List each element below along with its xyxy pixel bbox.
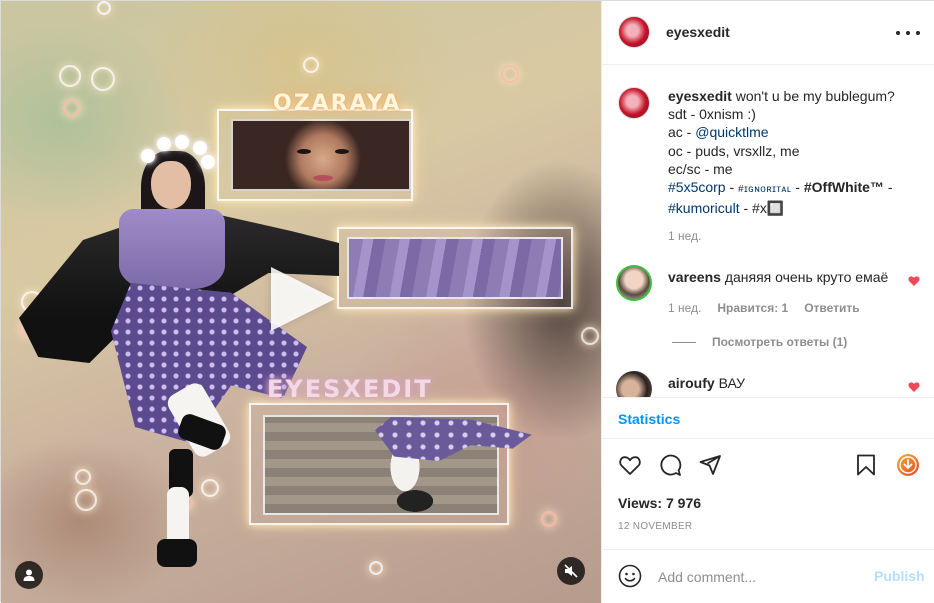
crown-light [141,149,155,163]
heart-filled-icon[interactable] [908,381,920,393]
caption-line: sdt - 0xnism :) [668,106,756,123]
caption-line: ec/sc - me [668,160,733,177]
statistics-link[interactable]: Statistics [618,411,680,427]
bokeh-light [303,57,319,73]
separator: - [791,179,804,196]
lips [313,175,333,181]
comment-message: ВАУ [718,375,746,391]
comment-message: даняяя очень круто емаё [724,269,889,285]
crown-light [201,155,215,169]
hashtag-link[interactable]: #5x5corp [668,179,726,195]
caption-line: won't u be my bublegum? [735,88,895,104]
comments-section[interactable]: eyesxedit won't u be my bublegum? sdt - … [602,65,934,397]
bokeh-light [581,327,599,345]
bokeh-light [369,561,383,575]
post-video[interactable]: OZARAYA EYESXEDIT [1,1,601,603]
bokeh-light [63,99,81,117]
comment-text: airoufy ВАУ [668,375,745,391]
mention-link[interactable]: @quicktlme [695,124,768,140]
caption-line: ac - [668,124,696,141]
comment-avatar[interactable] [616,371,652,397]
figure-top [119,209,225,289]
view-replies-label: Посмотреть ответы (1) [712,335,848,349]
bokeh-light [501,65,519,83]
bokeh-light [59,65,81,87]
download-icon[interactable] [896,453,920,477]
shoes-closeup-panel [263,415,532,515]
post-caption: eyesxedit won't u be my bublegum? sdt - … [668,87,918,217]
comment-icon[interactable] [658,453,682,477]
view-replies-button[interactable]: Посмотреть ответы (1) [672,335,847,349]
bokeh-light [75,489,97,511]
crown-light [157,137,171,151]
author-avatar[interactable] [618,16,650,48]
hashtag-link[interactable]: #OffWhite™ [804,179,884,195]
emoji-icon[interactable] [618,564,642,588]
separator: - [725,179,739,196]
crown-light [193,141,207,155]
reply-button[interactable]: Ответить [804,301,859,315]
mute-button[interactable] [557,557,585,585]
comment-likes[interactable]: Нравится: 1 [717,301,788,315]
face-closeup-panel [231,119,411,191]
statistics-bar: Statistics [602,397,934,439]
hashtag-link[interactable]: #x🔲 [752,200,784,216]
hashtag-link[interactable]: #ɪɢɴᴏʀɪᴛᴀʟ [738,184,791,195]
caption-username[interactable]: eyesxedit [668,88,732,104]
add-comment-bar: Publish [602,549,934,603]
caption-timestamp[interactable]: 1 нед. [668,229,701,243]
author-username[interactable]: eyesxedit [666,24,730,40]
skirt-detail [375,417,532,461]
bokeh-light [201,479,219,497]
post-sidebar: eyesxedit eyesxedit won't u be my bubleg… [601,1,934,603]
heart-filled-icon[interactable] [908,275,920,287]
figure-shoe [157,539,197,567]
post-date[interactable]: 12 NOVEMBER [618,521,692,532]
publish-button[interactable]: Publish [874,568,925,584]
speaker-muted-icon [564,564,578,578]
separator: - [883,179,893,196]
shirt-closeup-panel [347,237,563,299]
figure-face [151,161,191,209]
eye [297,149,311,154]
crown-light [175,135,189,149]
comment-text: vareens даняяя очень круто емаё [668,269,888,285]
comment-username[interactable]: airoufy [668,375,715,391]
comment-input[interactable] [658,566,858,588]
more-options-icon[interactable] [896,23,920,43]
bokeh-light [75,469,91,485]
share-icon[interactable] [698,453,722,477]
person-icon [23,569,35,581]
instagram-post: OZARAYA EYESXEDIT eyesxedit eyesxedit wo… [0,0,934,603]
caption-avatar[interactable] [618,87,650,119]
overlay-title-eyesxedit: EYESXEDIT [267,375,433,403]
separator: - [739,200,753,217]
hashtag-link[interactable]: #kumoricult [668,200,740,216]
bokeh-light [91,67,115,91]
comment-username[interactable]: vareens [668,269,721,285]
comment-avatar[interactable] [616,265,652,301]
comment-timestamp[interactable]: 1 нед. [668,301,701,315]
overlay-title-ozaraya: OZARAYA [273,91,402,116]
bookmark-icon[interactable] [854,453,878,477]
heart-icon[interactable] [618,453,642,477]
bokeh-light [97,1,111,15]
eye [335,149,349,154]
bokeh-light [541,511,557,527]
action-bar [602,439,934,489]
comment-meta: 1 нед. Нравится: 1 Ответить [668,301,860,315]
replies-line [672,341,696,343]
post-header: eyesxedit [602,1,934,65]
views-count: Views: 7 976 [618,495,702,511]
play-icon[interactable] [271,267,335,331]
user-tag-button[interactable] [15,561,43,589]
caption-line: oc - puds, vrsxllz, me [668,142,800,159]
